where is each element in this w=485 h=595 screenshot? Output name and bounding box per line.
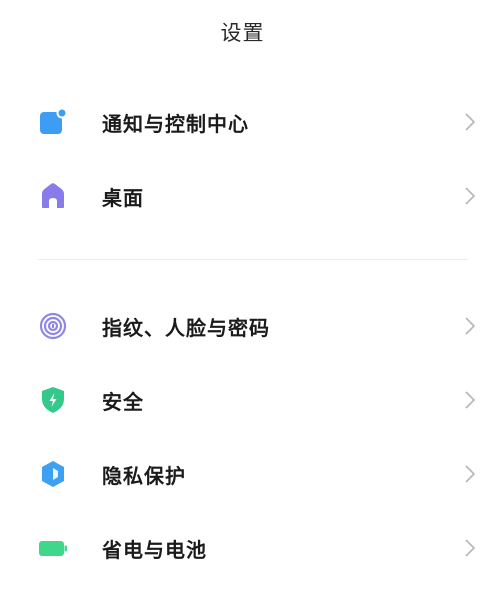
settings-item-battery[interactable]: 省电与电池 xyxy=(0,518,485,578)
chevron-right-icon xyxy=(462,314,478,338)
page-title: 设置 xyxy=(220,21,265,45)
notification-icon xyxy=(38,107,68,137)
settings-item-notifications[interactable]: 通知与控制中心 xyxy=(0,92,485,152)
settings-item-label: 安全 xyxy=(102,389,144,414)
settings-item-label: 通知与控制中心 xyxy=(102,111,249,136)
shield-icon xyxy=(38,385,68,415)
chevron-right-icon xyxy=(462,388,478,412)
settings-item-label: 指纹、人脸与密码 xyxy=(102,315,270,340)
settings-item-security[interactable]: 安全 xyxy=(0,370,485,430)
privacy-icon xyxy=(38,459,68,489)
battery-icon xyxy=(38,533,68,563)
settings-item-privacy[interactable]: 隐私保护 xyxy=(0,444,485,504)
settings-item-label: 桌面 xyxy=(102,185,144,210)
chevron-right-icon xyxy=(462,462,478,486)
section-divider xyxy=(38,259,468,260)
settings-item-desktop[interactable]: 桌面 xyxy=(0,166,485,226)
settings-item-label: 隐私保护 xyxy=(102,463,186,488)
settings-item-label: 省电与电池 xyxy=(102,537,207,562)
chevron-right-icon xyxy=(462,110,478,134)
chevron-right-icon xyxy=(462,184,478,208)
fingerprint-icon xyxy=(38,311,68,341)
page-header: 设置 xyxy=(0,12,485,52)
chevron-right-icon xyxy=(462,536,478,560)
settings-item-fingerprint-face-password[interactable]: 指纹、人脸与密码 xyxy=(0,296,485,356)
home-icon xyxy=(38,181,68,211)
